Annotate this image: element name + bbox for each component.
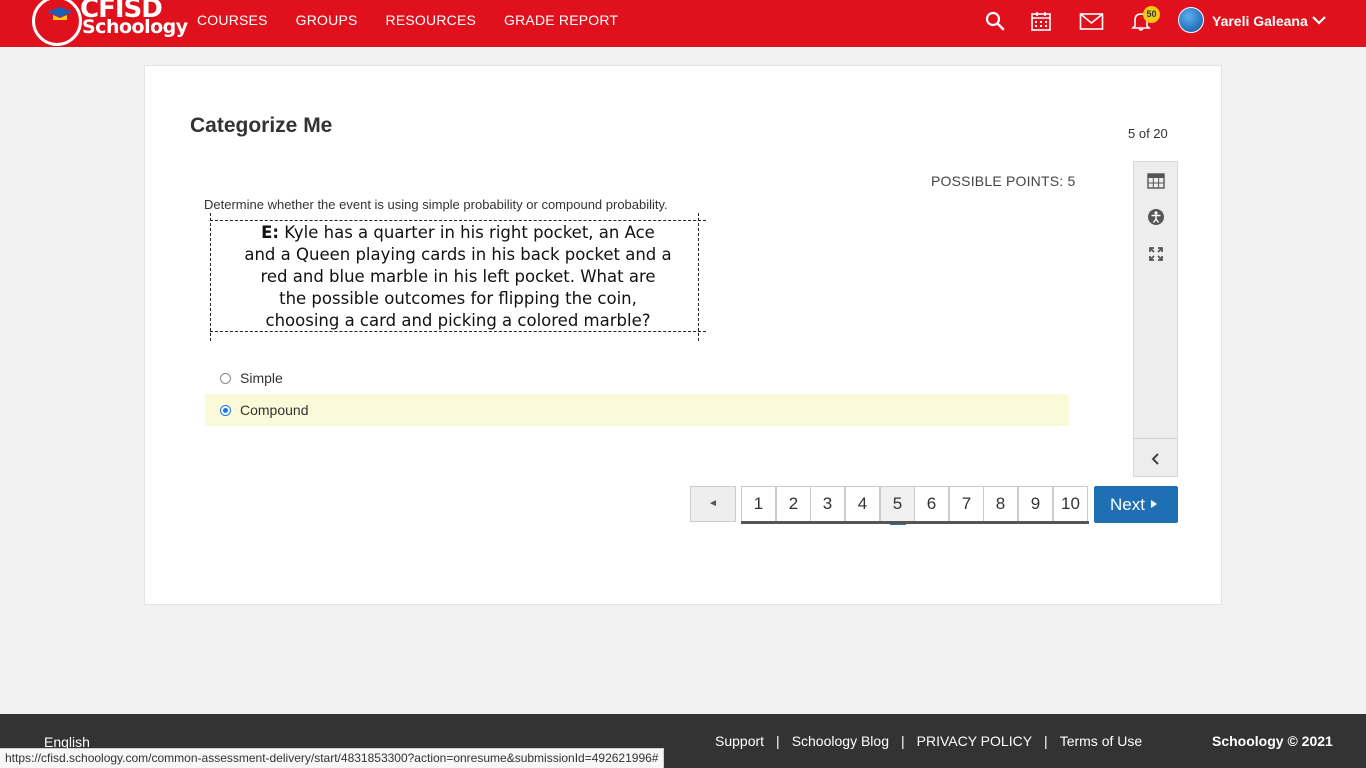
page-button-7[interactable]: 7 [949, 486, 984, 522]
graduation-cap-icon [47, 7, 73, 20]
browser-status-url: https://cfisd.schoology.com/common-asses… [0, 748, 665, 768]
question-label: E: [261, 223, 280, 242]
calendar-icon[interactable] [1030, 10, 1052, 32]
possible-points: POSSIBLE POINTS: 5 [931, 173, 1076, 189]
logo-emblem [32, 0, 82, 46]
footer-link-terms[interactable]: Terms of Use [1060, 733, 1142, 749]
calculator-icon[interactable] [1147, 172, 1165, 190]
answer-label[interactable]: Compound [240, 402, 309, 418]
footer-link-blog[interactable]: Schoology Blog [792, 733, 889, 749]
question-line-2: and a Queen playing cards in his back po… [244, 245, 672, 264]
fullscreen-icon[interactable] [1147, 245, 1165, 263]
cfisd-schoology-logo[interactable]: CFISD Schoology [32, 0, 188, 46]
question-line-text: Kyle has a quarter in his right pocket, … [284, 223, 655, 242]
question-border-left [210, 213, 211, 341]
nav-courses[interactable]: COURSES [197, 12, 268, 28]
main-nav: COURSES GROUPS RESOURCES GRADE REPORT [197, 0, 618, 40]
question-text: E: Kyle has a quarter in his right pocke… [216, 222, 700, 332]
logo-text-schoology: Schoology [82, 16, 188, 38]
question-line-3: red and blue marble in his left pocket. … [260, 267, 656, 286]
accessibility-icon[interactable] [1147, 208, 1165, 226]
notification-count-badge: 50 [1143, 6, 1160, 23]
next-question-button[interactable]: Next [1094, 486, 1178, 523]
footer-link-support[interactable]: Support [715, 733, 764, 749]
assessment-card: Categorize Me 5 of 20 POSSIBLE POINTS: 5… [144, 65, 1222, 605]
question-line-4: the possible outcomes for flipping the c… [279, 289, 637, 308]
page-button-10[interactable]: 10 [1053, 486, 1088, 522]
page-button-9[interactable]: 9 [1018, 486, 1053, 522]
footer-link-privacy[interactable]: PRIVACY POLICY [917, 733, 1032, 749]
page-title: Categorize Me [190, 114, 333, 137]
top-navigation-bar: CFISD Schoology COURSES GROUPS RESOURCES… [0, 0, 1366, 47]
question-image: E: Kyle has a quarter in his right pocke… [208, 213, 710, 341]
copyright: Schoology © 2021 [1212, 733, 1333, 749]
answer-label[interactable]: Simple [240, 370, 283, 386]
nav-grade-report[interactable]: GRADE REPORT [504, 12, 618, 28]
page-button-2[interactable]: 2 [776, 486, 811, 522]
play-right-icon [1150, 500, 1157, 508]
page-button-5[interactable]: 5 [880, 486, 915, 525]
footer-separator: | [776, 733, 780, 749]
pager-underline [741, 521, 1089, 524]
prev-question-button[interactable]: ◄ [690, 486, 736, 522]
page-button-4[interactable]: 4 [845, 486, 880, 522]
user-name[interactable]: Yareli Galeana [1212, 13, 1308, 29]
radio-compound[interactable] [220, 404, 231, 416]
question-line-1: E: Kyle has a quarter in his right pocke… [216, 222, 700, 244]
mail-icon[interactable] [1079, 10, 1104, 32]
radio-simple[interactable] [220, 372, 231, 384]
answer-option-simple[interactable]: Simple [205, 362, 1069, 394]
footer-separator: | [1044, 733, 1048, 749]
chevron-down-icon[interactable] [1311, 14, 1327, 26]
tool-rail [1133, 161, 1178, 477]
page-button-8[interactable]: 8 [983, 486, 1018, 522]
question-counter: 5 of 20 [1128, 126, 1168, 141]
nav-groups[interactable]: GROUPS [296, 12, 358, 28]
answer-option-compound[interactable]: Compound [205, 394, 1069, 426]
page-button-6[interactable]: 6 [914, 486, 949, 522]
footer-links: Support | Schoology Blog | PRIVACY POLIC… [715, 733, 1142, 749]
next-label[interactable]: Next [1110, 495, 1145, 514]
question-line-5: choosing a card and picking a colored ma… [265, 311, 651, 330]
page-button-1[interactable]: 1 [741, 486, 776, 522]
question-prompt: Determine whether the event is using sim… [204, 197, 668, 212]
collapse-left-icon[interactable] [1147, 450, 1165, 468]
tool-rail-divider [1134, 438, 1177, 439]
footer-separator: | [900, 733, 905, 749]
nav-resources[interactable]: RESOURCES [386, 12, 476, 28]
search-icon[interactable] [984, 10, 1006, 32]
page-button-3[interactable]: 3 [810, 486, 845, 522]
user-avatar[interactable] [1178, 7, 1204, 33]
